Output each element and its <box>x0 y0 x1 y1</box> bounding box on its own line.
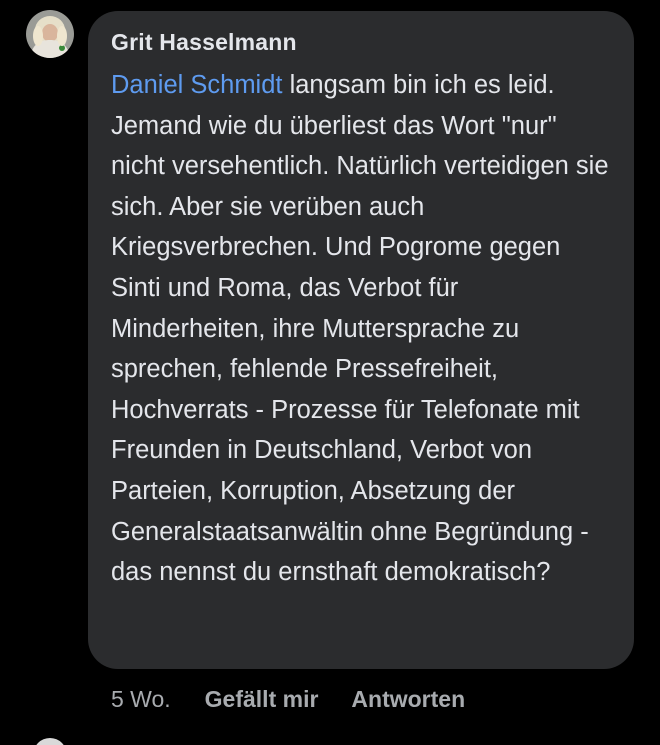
comment-timestamp[interactable]: 5 Wo. <box>111 686 171 713</box>
comment-author[interactable]: Grit Hasselmann <box>111 27 612 57</box>
author-avatar[interactable] <box>26 10 74 58</box>
comment-actions: 5 Wo. Gefällt mir Antworten <box>111 683 465 715</box>
next-comment-avatar[interactable] <box>33 738 67 745</box>
like-button[interactable]: Gefällt mir <box>205 686 319 713</box>
avatar-icon <box>26 10 74 58</box>
comment-text: Daniel Schmidt langsam bin ich es leid. … <box>111 65 616 593</box>
comment-bubble: Grit Hasselmann Daniel Schmidt langsam b… <box>88 11 634 669</box>
mention-link[interactable]: Daniel Schmidt <box>111 71 283 99</box>
comment-body: langsam bin ich es leid. Jemand wie du ü… <box>111 71 609 587</box>
reply-button[interactable]: Antworten <box>351 686 465 713</box>
